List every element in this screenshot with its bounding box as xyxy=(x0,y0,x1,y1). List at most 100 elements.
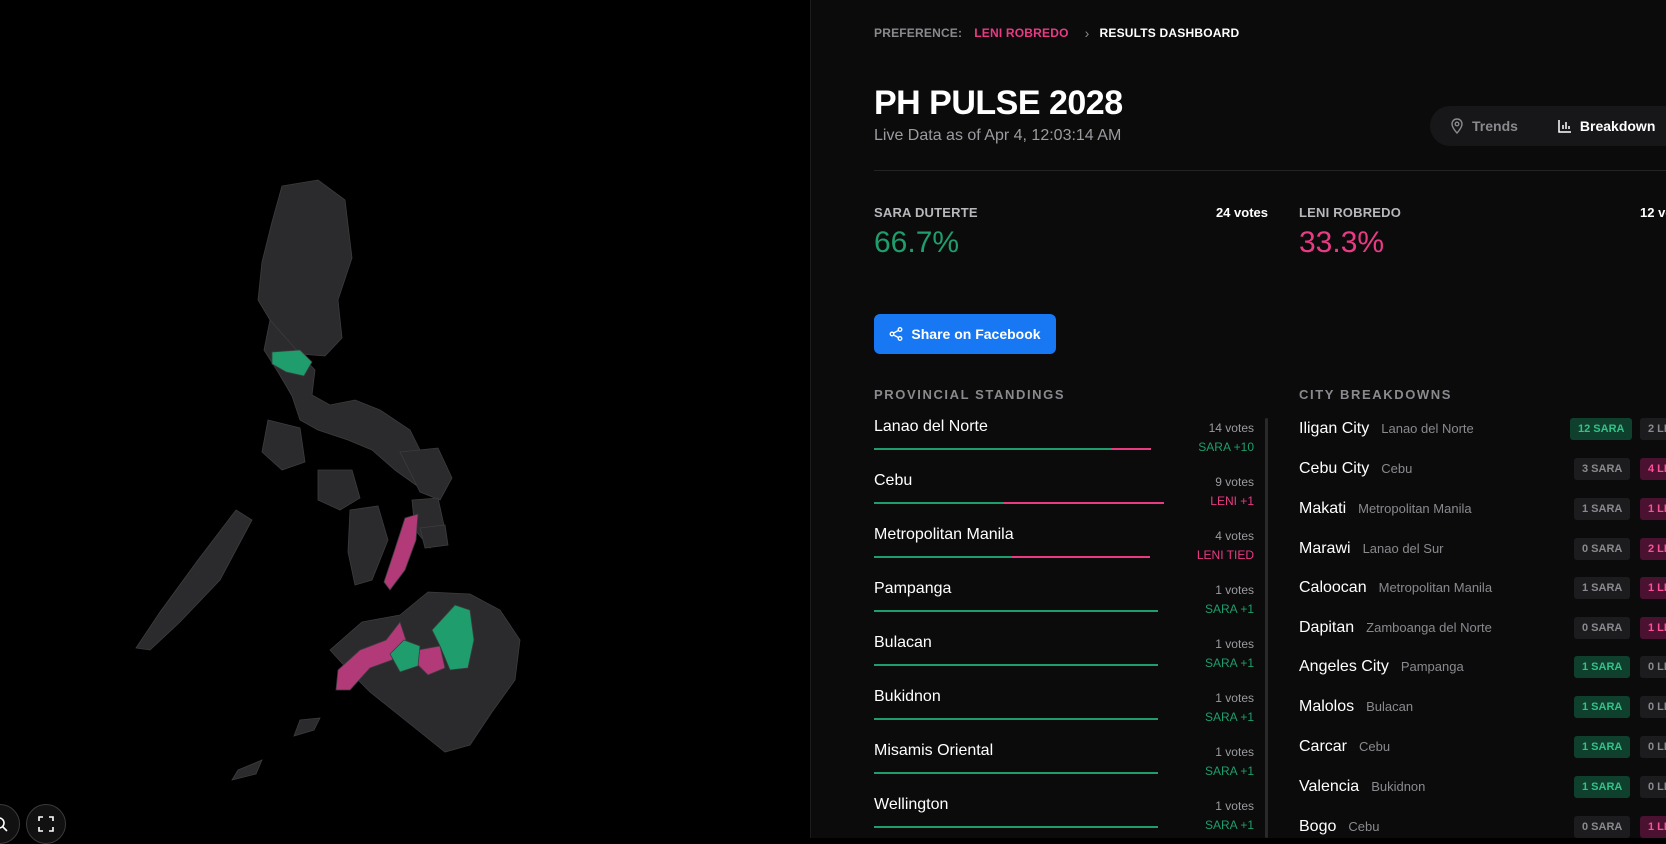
city-label: Iligan City Lanao del Norte xyxy=(1299,420,1474,438)
city-row[interactable]: Iligan City Lanao del Norte 12 SARA 2 LENI xyxy=(1299,418,1666,460)
province-votes: 1 votes xyxy=(1215,583,1254,597)
city-leni-badge: 0 LENI xyxy=(1640,656,1666,678)
tab-trends[interactable]: Trends xyxy=(1450,118,1518,134)
city-leni-badge: 2 LENI xyxy=(1640,418,1666,440)
province-row[interactable]: Wellington 1 votes SARA +1 xyxy=(874,796,1254,838)
city-row[interactable]: Caloocan Metropolitan Manila 1 SARA 1 LENI xyxy=(1299,577,1666,619)
city-name: Iligan City xyxy=(1299,420,1370,437)
share-facebook-button[interactable]: Share on Facebook xyxy=(874,314,1056,354)
city-name: Makati xyxy=(1299,500,1347,517)
tab-breakdown[interactable]: Breakdown xyxy=(1558,118,1655,134)
city-name: Angeles City xyxy=(1299,658,1389,675)
city-breakdowns-heading: CITY BREAKDOWNS xyxy=(1299,387,1453,402)
city-province: Metropolitan Manila xyxy=(1358,501,1472,516)
province-margin: SARA +1 xyxy=(1204,710,1254,724)
city-province: Bulacan xyxy=(1366,699,1414,714)
city-label: Dapitan Zamboanga del Norte xyxy=(1299,619,1492,637)
city-leni-badge: 1 LENI xyxy=(1640,617,1666,639)
candidate-votes: 24 votes xyxy=(1215,205,1268,220)
map-region-panay xyxy=(317,469,361,511)
province-name: Wellington xyxy=(874,796,949,813)
city-row[interactable]: Cebu City Cebu 3 SARA 4 LENI xyxy=(1299,458,1666,500)
city-province: Lanao del Sur xyxy=(1362,541,1444,556)
live-data-timestamp: Live Data as of Apr 4, 12:03:14 AM xyxy=(874,127,1122,144)
map-region-cebu xyxy=(383,513,419,591)
province-margin: SARA +1 xyxy=(1204,818,1254,832)
candidate-percent: 66.7% xyxy=(874,226,960,259)
city-sara-badge: 3 SARA xyxy=(1574,458,1631,480)
provincial-standings-heading: PROVINCIAL STANDINGS xyxy=(874,387,1066,402)
province-votes: 9 votes xyxy=(1215,475,1254,489)
map-region-tawitawi xyxy=(231,759,263,781)
philippines-map[interactable] xyxy=(0,0,810,838)
province-name: Misamis Oriental xyxy=(874,742,994,759)
search-icon xyxy=(0,817,8,832)
city-row[interactable]: Marawi Lanao del Sur 0 SARA 2 LENI xyxy=(1299,538,1666,580)
header-divider xyxy=(874,170,1666,171)
province-bar-sara xyxy=(874,610,1158,612)
city-sara-badge: 0 SARA xyxy=(1574,617,1631,639)
city-leni-badge: 0 LENI xyxy=(1640,776,1666,798)
city-row[interactable]: Angeles City Pampanga 1 SARA 0 LENI xyxy=(1299,656,1666,698)
city-label: Makati Metropolitan Manila xyxy=(1299,500,1472,518)
city-label: Caloocan Metropolitan Manila xyxy=(1299,579,1492,597)
city-province: Metropolitan Manila xyxy=(1378,580,1493,595)
province-bar-sara xyxy=(874,772,1158,774)
city-label: Angeles City Pampanga xyxy=(1299,658,1464,676)
city-sara-badge: 1 SARA xyxy=(1574,577,1631,599)
map-region-bohol xyxy=(419,524,449,549)
map-pane[interactable] xyxy=(0,0,810,844)
city-leni-badge: 0 LENI xyxy=(1640,736,1666,758)
province-bar-leni xyxy=(1012,556,1150,558)
city-sara-badge: 1 SARA xyxy=(1574,776,1631,798)
city-row[interactable]: Makati Metropolitan Manila 1 SARA 1 LENI xyxy=(1299,498,1666,540)
results-panel[interactable]: PREFERENCE: LENI ROBREDO › RESULTS DASHB… xyxy=(810,0,1666,838)
city-sara-badge: 1 SARA xyxy=(1574,498,1631,520)
chevron-right-icon: › xyxy=(1084,25,1090,41)
city-leni-badge: 1 LENI xyxy=(1640,577,1666,599)
province-bar-sara xyxy=(874,826,1158,828)
candidate-leni-summary: LENI ROBREDO 33.3% 12 votes xyxy=(1299,205,1666,260)
province-bar-sara xyxy=(874,718,1158,720)
preference-value-link[interactable]: LENI ROBREDO xyxy=(974,26,1068,40)
candidate-percent: 33.3% xyxy=(1299,226,1385,259)
province-row[interactable]: Lanao del Norte 14 votes SARA +10 xyxy=(874,418,1254,472)
province-name: Bukidnon xyxy=(874,688,941,705)
city-leni-badge: 1 LENI xyxy=(1640,816,1666,838)
province-votes: 1 votes xyxy=(1215,637,1254,651)
city-row[interactable]: Malolos Bulacan 1 SARA 0 LENI xyxy=(1299,696,1666,738)
candidate-votes: 12 votes xyxy=(1640,205,1666,220)
breadcrumb-current: RESULTS DASHBOARD xyxy=(1099,26,1240,40)
province-row[interactable]: Bukidnon 1 votes SARA +1 xyxy=(874,688,1254,742)
city-row[interactable]: Dapitan Zamboanga del Norte 0 SARA 1 LENI xyxy=(1299,617,1666,659)
city-sara-badge: 12 SARA xyxy=(1570,418,1633,440)
city-name: Carcar xyxy=(1299,738,1348,755)
map-region-palawan xyxy=(135,509,253,651)
city-name: Cebu City xyxy=(1299,460,1370,477)
city-row[interactable]: Valencia Bukidnon 1 SARA 0 LENI xyxy=(1299,776,1666,818)
province-row[interactable]: Pampanga 1 votes SARA +1 xyxy=(874,580,1254,634)
city-leni-badge: 0 LENI xyxy=(1640,696,1666,718)
candidate-sara-summary: SARA DUTERTE 66.7% 24 votes xyxy=(874,205,1268,260)
province-margin: SARA +1 xyxy=(1204,602,1254,616)
city-name: Bogo xyxy=(1299,818,1337,835)
provincial-scrollbar[interactable] xyxy=(1265,418,1268,838)
province-name: Metropolitan Manila xyxy=(874,526,1014,543)
province-row[interactable]: Metropolitan Manila 4 votes LENI TIED xyxy=(874,526,1254,580)
city-sara-badge: 0 SARA xyxy=(1574,538,1631,560)
province-margin: LENI +1 xyxy=(1210,494,1254,508)
view-toggle: Trends Breakdown xyxy=(1430,106,1666,146)
province-row[interactable]: Misamis Oriental 1 votes SARA +1 xyxy=(874,742,1254,796)
map-fullscreen-button[interactable] xyxy=(26,804,66,844)
bar-chart-icon xyxy=(1558,120,1571,133)
province-bar-sara xyxy=(874,502,1003,504)
province-row[interactable]: Cebu 9 votes LENI +1 xyxy=(874,472,1254,526)
map-region-mindoro xyxy=(261,419,306,471)
city-province: Lanao del Norte xyxy=(1381,421,1474,436)
preference-label: PREFERENCE: xyxy=(874,26,963,40)
city-row[interactable]: Bogo Cebu 0 SARA 1 LENI xyxy=(1299,816,1666,838)
province-votes: 1 votes xyxy=(1215,691,1254,705)
province-row[interactable]: Bulacan 1 votes SARA +1 xyxy=(874,634,1254,688)
city-row[interactable]: Carcar Cebu 1 SARA 0 LENI xyxy=(1299,736,1666,778)
province-margin: SARA +10 xyxy=(1198,440,1254,454)
